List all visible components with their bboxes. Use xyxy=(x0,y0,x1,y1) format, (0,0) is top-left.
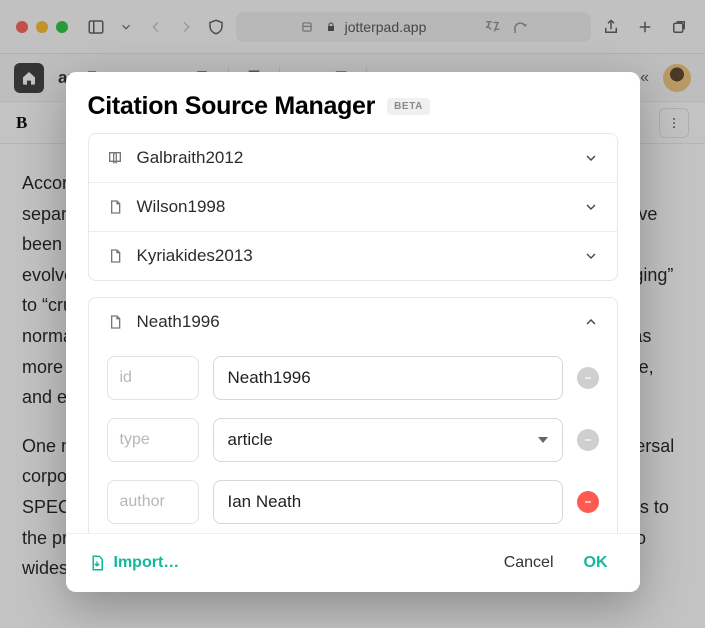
beta-badge: BETA xyxy=(387,98,430,115)
source-label: Kyriakides2013 xyxy=(137,246,569,266)
chevron-up-icon xyxy=(583,314,599,330)
remove-field-button[interactable] xyxy=(577,491,599,513)
modal-overlay[interactable]: Citation Source Manager BETA Galbraith20… xyxy=(0,0,705,628)
chevron-down-icon xyxy=(583,248,599,264)
source-list: Galbraith2012 Wilson1998 Kyriakides2013 xyxy=(88,133,618,281)
type-select-value: article xyxy=(228,430,273,450)
id-input[interactable] xyxy=(213,356,563,400)
modal-title: Citation Source Manager xyxy=(88,92,376,121)
field-key-label: type xyxy=(107,418,199,462)
chevron-down-icon xyxy=(583,150,599,166)
source-fields: id type article author xyxy=(89,346,617,533)
remove-field-button[interactable] xyxy=(577,367,599,389)
field-row-author: author xyxy=(107,480,599,524)
source-label: Neath1996 xyxy=(137,312,569,332)
source-row[interactable]: Neath1996 xyxy=(89,298,617,346)
field-row-type: type article xyxy=(107,418,599,462)
import-button[interactable]: Import… xyxy=(88,554,180,572)
citation-manager-modal: Citation Source Manager BETA Galbraith20… xyxy=(66,72,640,592)
field-row-id: id xyxy=(107,356,599,400)
cancel-button[interactable]: Cancel xyxy=(494,548,564,578)
field-key-label: author xyxy=(107,480,199,524)
chevron-down-icon xyxy=(583,199,599,215)
import-label: Import… xyxy=(114,554,180,572)
modal-header: Citation Source Manager BETA xyxy=(66,72,640,129)
modal-footer: Import… Cancel OK xyxy=(66,533,640,592)
source-row[interactable]: Kyriakides2013 xyxy=(89,231,617,280)
source-label: Wilson1998 xyxy=(137,197,569,217)
document-icon xyxy=(107,314,123,330)
modal-body: Galbraith2012 Wilson1998 Kyriakides2013 xyxy=(66,129,640,533)
document-icon xyxy=(107,199,123,215)
type-select[interactable]: article xyxy=(213,418,563,462)
caret-down-icon xyxy=(538,437,548,443)
source-label: Galbraith2012 xyxy=(137,148,569,168)
author-input[interactable] xyxy=(213,480,563,524)
document-icon xyxy=(107,248,123,264)
source-row[interactable]: Wilson1998 xyxy=(89,182,617,231)
remove-field-button[interactable] xyxy=(577,429,599,451)
source-row[interactable]: Galbraith2012 xyxy=(89,134,617,182)
book-icon xyxy=(107,150,123,166)
ok-button[interactable]: OK xyxy=(574,548,618,578)
source-expanded: Neath1996 id type article xyxy=(88,297,618,533)
field-key-label: id xyxy=(107,356,199,400)
